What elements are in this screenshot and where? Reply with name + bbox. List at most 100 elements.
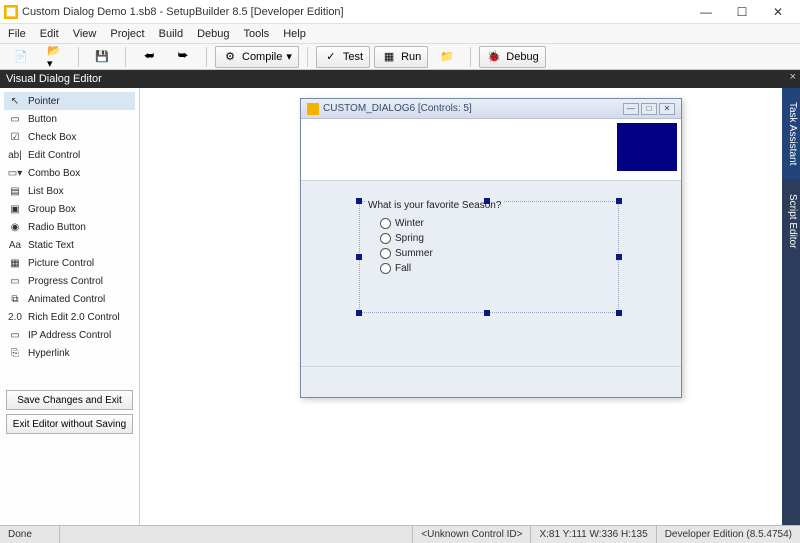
- dialog-titlebar[interactable]: CUSTOM_DIALOG6 [Controls: 5] — □ ✕: [301, 99, 681, 119]
- radio-label: Spring: [395, 233, 424, 244]
- menu-debug[interactable]: Debug: [197, 28, 229, 40]
- radio-option-spring[interactable]: Spring: [380, 233, 433, 244]
- tool-progress-control[interactable]: ▭Progress Control: [4, 272, 135, 290]
- selection-handle[interactable]: [616, 254, 622, 260]
- radio-option-fall[interactable]: Fall: [380, 263, 433, 274]
- tool-group-box[interactable]: ▣Group Box: [4, 200, 135, 218]
- selection-handle[interactable]: [356, 198, 362, 204]
- tool-label: Picture Control: [28, 258, 94, 269]
- groupbox-label: What is your favorite Season?: [366, 200, 503, 211]
- radio-option-summer[interactable]: Summer: [380, 248, 433, 259]
- selection-handle[interactable]: [484, 198, 490, 204]
- tool-label: Progress Control: [28, 276, 103, 287]
- selection-handle[interactable]: [616, 198, 622, 204]
- chevron-down-icon: ▾: [286, 50, 292, 63]
- test-button[interactable]: ✓Test: [316, 46, 370, 68]
- open-folder-icon: 📂▾: [47, 49, 63, 65]
- dialog-maximize-icon[interactable]: □: [641, 103, 657, 115]
- menu-edit[interactable]: Edit: [40, 28, 59, 40]
- tool-icon: ▤: [8, 184, 22, 198]
- tool-button[interactable]: ▭Button: [4, 110, 135, 128]
- dialog-logo-box: [617, 123, 677, 171]
- tool-ip-address-control[interactable]: ▭IP Address Control: [4, 326, 135, 344]
- selection-handle[interactable]: [356, 254, 362, 260]
- compile-icon: ⚙: [222, 49, 238, 65]
- run-button[interactable]: ▦ Run: [374, 46, 428, 68]
- exit-editor-button[interactable]: Exit Editor without Saving: [6, 414, 133, 434]
- editor-strip-title: Visual Dialog Editor: [6, 73, 102, 85]
- radio-icon: [380, 248, 391, 259]
- nav-fwd-button[interactable]: ⮩: [168, 46, 198, 68]
- tool-label: Group Box: [28, 204, 76, 215]
- new-file-button[interactable]: 📄: [6, 46, 36, 68]
- maximize-button[interactable]: ☐: [724, 1, 760, 23]
- menu-tools[interactable]: Tools: [244, 28, 270, 40]
- separator: [125, 47, 126, 67]
- tool-pointer[interactable]: ↖Pointer: [4, 92, 135, 110]
- tool-edit-control[interactable]: ab|Edit Control: [4, 146, 135, 164]
- test-label: Test: [343, 51, 363, 63]
- tool-icon: ab|: [8, 148, 22, 162]
- save-button[interactable]: 💾: [87, 46, 117, 68]
- editor-strip-close-icon[interactable]: ×: [790, 71, 796, 83]
- run-icon: ▦: [381, 49, 397, 65]
- tool-check-box[interactable]: ☑ Check Box: [4, 128, 135, 146]
- browse-button[interactable]: 📁: [432, 46, 462, 68]
- selection-handle[interactable]: [616, 310, 622, 316]
- tab-task-assistant[interactable]: Task Assistant: [782, 88, 800, 180]
- selection-handle[interactable]: [356, 310, 362, 316]
- minimize-button[interactable]: ―: [688, 1, 724, 23]
- separator: [206, 47, 207, 67]
- nav-back-button[interactable]: ⮨: [134, 46, 164, 68]
- tool-icon: ⧉: [8, 292, 22, 306]
- status-bar: Done <Unknown Control ID> X:81 Y:111 W:3…: [0, 525, 800, 543]
- dialog-body: What is your favorite Season? Winter Spri…: [301, 181, 681, 397]
- menu-project[interactable]: Project: [110, 28, 144, 40]
- menu-build[interactable]: Build: [159, 28, 183, 40]
- separator: [470, 47, 471, 67]
- design-canvas[interactable]: CUSTOM_DIALOG6 [Controls: 5] — □ ✕ What …: [140, 88, 800, 525]
- groupbox-control[interactable]: What is your favorite Season? Winter Spri…: [359, 201, 619, 313]
- dialog-close-icon[interactable]: ✕: [659, 103, 675, 115]
- tool-combo-box[interactable]: ▭▾Combo Box: [4, 164, 135, 182]
- tool-label: Rich Edit 2.0 Control: [28, 312, 120, 323]
- tool-radio-button[interactable]: ◉Radio Button: [4, 218, 135, 236]
- menu-view[interactable]: View: [73, 28, 97, 40]
- radio-group: Winter Spring Summer Fall: [380, 218, 433, 274]
- tool-icon: 2.0: [8, 310, 22, 324]
- tool-static-text[interactable]: AaStatic Text: [4, 236, 135, 254]
- bug-icon: 🐞: [486, 49, 502, 65]
- menu-bar: File Edit View Project Build Debug Tools…: [0, 24, 800, 44]
- tab-script-editor[interactable]: Script Editor: [782, 180, 800, 263]
- menu-file[interactable]: File: [8, 28, 26, 40]
- save-icon: 💾: [94, 49, 110, 65]
- right-tab-strip: Task Assistant Script Editor: [782, 88, 800, 525]
- tool-rich-edit-2-0-control[interactable]: 2.0 Rich Edit 2.0 Control: [4, 308, 135, 326]
- radio-label: Fall: [395, 263, 411, 274]
- tool-picture-control[interactable]: ▦Picture Control: [4, 254, 135, 272]
- tool-icon: ⎘: [8, 346, 22, 360]
- run-label: Run: [401, 51, 421, 63]
- open-file-button[interactable]: 📂▾: [40, 46, 70, 68]
- radio-option-winter[interactable]: Winter: [380, 218, 433, 229]
- dialog-title-text: CUSTOM_DIALOG6 [Controls: 5]: [323, 103, 472, 114]
- window-title: Custom Dialog Demo 1.sb8 - SetupBuilder …: [22, 6, 344, 18]
- close-button[interactable]: ✕: [760, 1, 796, 23]
- tool-label: Check Box: [28, 132, 76, 143]
- tool-icon: ☑: [8, 130, 22, 144]
- selection-handle[interactable]: [484, 310, 490, 316]
- tool-list-box[interactable]: ▤List Box: [4, 182, 135, 200]
- dialog-window[interactable]: CUSTOM_DIALOG6 [Controls: 5] — □ ✕ What …: [300, 98, 682, 398]
- tool-hyperlink[interactable]: ⎘Hyperlink: [4, 344, 135, 362]
- compile-button[interactable]: ⚙Compile▾: [215, 46, 299, 68]
- tool-label: Button: [28, 114, 57, 125]
- save-changes-button[interactable]: Save Changes and Exit: [6, 390, 133, 410]
- tool-icon: ◉: [8, 220, 22, 234]
- app-icon: [4, 5, 18, 19]
- nav-back-icon: ⮨: [141, 49, 157, 65]
- tool-animated-control[interactable]: ⧉Animated Control: [4, 290, 135, 308]
- tool-label: Combo Box: [28, 168, 80, 179]
- menu-help[interactable]: Help: [283, 28, 306, 40]
- debug-button[interactable]: 🐞Debug: [479, 46, 545, 68]
- dialog-minimize-icon[interactable]: —: [623, 103, 639, 115]
